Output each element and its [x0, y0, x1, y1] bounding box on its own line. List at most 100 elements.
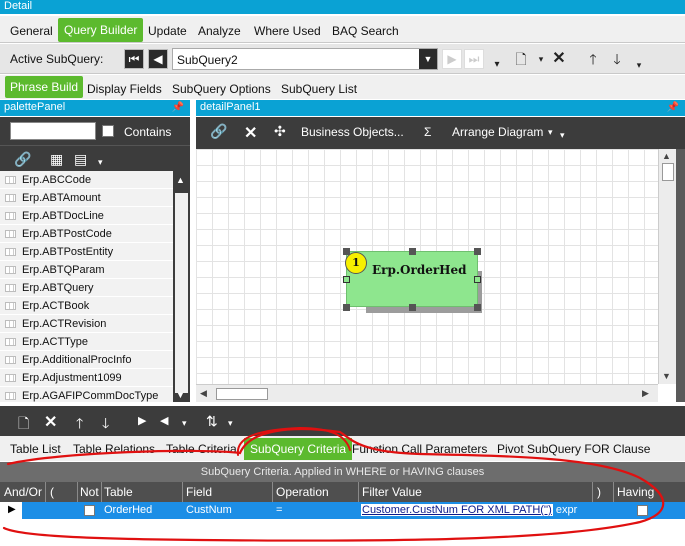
list-item[interactable]: Erp.ABTPostEntity: [0, 243, 173, 261]
pin-icon[interactable]: 📌: [667, 100, 679, 115]
scroll-up-icon[interactable]: ▲: [662, 151, 671, 161]
column-header-field[interactable]: Field: [186, 485, 212, 499]
move-up-icon[interactable]: 🡑: [76, 413, 83, 437]
resize-handle[interactable]: [474, 276, 481, 283]
tab-analyze[interactable]: Analyze: [194, 20, 245, 42]
list-item[interactable]: Erp.ACTType: [0, 333, 173, 351]
resize-handle[interactable]: [409, 248, 416, 255]
subquery-select[interactable]: SubQuery2 ▼: [172, 48, 438, 70]
previous-record-icon[interactable]: ◀: [148, 49, 168, 69]
tab-baq-search[interactable]: BAQ Search: [328, 20, 403, 42]
canvas-horizontal-scrollbar[interactable]: ◀ ▶: [196, 384, 658, 402]
tab-subquery-list[interactable]: SubQuery List: [281, 79, 357, 99]
new-document-icon[interactable]: 🗋: [18, 413, 29, 437]
new-dropdown-icon[interactable]: ▾: [532, 50, 550, 68]
resize-handle[interactable]: [343, 276, 350, 283]
row-selector[interactable]: ▶: [0, 502, 22, 519]
palette-scrollbar[interactable]: ▲ ▼: [173, 171, 190, 402]
sort-icon[interactable]: ⇅: [206, 413, 218, 430]
palette-search-input[interactable]: [10, 122, 96, 140]
move-right-icon[interactable]: ▶: [138, 414, 146, 427]
more-icon[interactable]: ▾: [560, 130, 565, 141]
more-icon-2[interactable]: ▾: [630, 56, 648, 74]
arrange-dropdown-icon[interactable]: ▾: [548, 127, 553, 138]
cell-filter-value[interactable]: Customer.CustNum FOR XML PATH('') expr: [361, 504, 577, 516]
more-icon[interactable]: ▾: [488, 56, 506, 74]
tab-table-criteria[interactable]: Table Criteria: [166, 442, 237, 456]
tab-query-builder[interactable]: Query Builder: [58, 18, 144, 42]
first-record-icon[interactable]: ⏮: [124, 49, 144, 69]
filter-value-link[interactable]: Customer.CustNum FOR XML PATH(''): [361, 504, 553, 516]
chevron-down-icon[interactable]: ▼: [419, 49, 437, 69]
list-item[interactable]: Erp.AGAFIPCommDocType: [0, 387, 173, 402]
list-item[interactable]: Erp.ABTAmount: [0, 189, 173, 207]
column-header-and-or[interactable]: And/Or: [4, 485, 42, 499]
tab-display-fields[interactable]: Display Fields: [87, 79, 162, 99]
tab-pivot-subquery-for-clause[interactable]: Pivot SubQuery FOR Clause: [497, 442, 650, 456]
move-down-icon[interactable]: 🡓: [608, 50, 626, 68]
list-item[interactable]: Erp.ABTPostCode: [0, 225, 173, 243]
cell-field[interactable]: CustNum: [186, 504, 232, 516]
column-header-not[interactable]: Not: [80, 485, 99, 499]
move-left-icon[interactable]: ◀: [160, 414, 168, 427]
pin-icon[interactable]: 📌: [172, 100, 184, 115]
column-header-operation[interactable]: Operation: [276, 485, 329, 499]
sigma-button[interactable]: Σ: [424, 125, 431, 139]
tab-subquery-criteria[interactable]: SubQuery Criteria: [244, 438, 353, 460]
resize-handle[interactable]: [343, 304, 350, 311]
scroll-right-icon[interactable]: ▶: [642, 388, 649, 399]
list-item[interactable]: Erp.ABTQuery: [0, 279, 173, 297]
business-objects-icon[interactable]: ✣: [274, 123, 286, 140]
column-header-close-paren[interactable]: ): [597, 485, 601, 499]
having-checkbox[interactable]: [637, 505, 648, 516]
business-objects-button[interactable]: Business Objects...: [301, 125, 404, 139]
resize-handle[interactable]: [343, 248, 350, 255]
scroll-up-icon[interactable]: ▲: [176, 175, 185, 185]
calculator-icon[interactable]: ▤: [74, 151, 87, 168]
tab-subquery-options[interactable]: SubQuery Options: [172, 79, 271, 99]
tab-table-relations[interactable]: Table Relations: [73, 442, 155, 456]
sort-dropdown-icon[interactable]: ▾: [228, 418, 233, 429]
list-item[interactable]: Erp.ABTDocLine: [0, 207, 173, 225]
resize-handle[interactable]: [474, 304, 481, 311]
canvas-vertical-scrollbar[interactable]: ▲ ▼: [658, 149, 676, 384]
list-item[interactable]: Erp.ABTQParam: [0, 261, 173, 279]
scroll-thumb[interactable]: [662, 163, 674, 181]
table-row[interactable]: ▶ OrderHed CustNum = Customer.CustNum FO…: [0, 502, 685, 519]
column-header-table[interactable]: Table: [104, 485, 133, 499]
tab-update[interactable]: Update: [144, 20, 191, 42]
list-item[interactable]: Erp.ACTBook: [0, 297, 173, 315]
list-item[interactable]: Erp.Adjustment1099: [0, 369, 173, 387]
move-down-icon[interactable]: 🡓: [102, 413, 109, 437]
move-up-icon[interactable]: 🡑: [584, 50, 602, 68]
cell-table[interactable]: OrderHed: [104, 504, 152, 516]
last-record-icon[interactable]: ⏭: [464, 49, 484, 69]
resize-handle[interactable]: [474, 248, 481, 255]
column-header-having[interactable]: Having: [617, 485, 654, 499]
column-header-open-paren[interactable]: (: [50, 485, 54, 499]
delete-icon[interactable]: ✕: [44, 412, 57, 432]
next-record-icon[interactable]: ▶: [442, 49, 462, 69]
tab-where-used[interactable]: Where Used: [250, 20, 325, 42]
delete-icon[interactable]: ✕: [244, 123, 257, 143]
tab-phrase-build[interactable]: Phrase Build: [5, 76, 84, 98]
not-checkbox[interactable]: [84, 505, 95, 516]
tab-table-list[interactable]: Table List: [10, 442, 61, 456]
resize-handle[interactable]: [409, 304, 416, 311]
tab-function-call-parameters[interactable]: Function Call Parameters: [352, 442, 487, 456]
column-header-filter-value[interactable]: Filter Value: [362, 485, 422, 499]
grid-icon[interactable]: ▦: [50, 151, 63, 168]
delete-icon[interactable]: ✕: [550, 50, 568, 68]
cell-operation[interactable]: =: [276, 504, 282, 516]
more-icon[interactable]: ▾: [182, 418, 187, 429]
scroll-down-icon[interactable]: ▼: [662, 371, 671, 381]
list-item[interactable]: Erp.ABCCode: [0, 171, 173, 189]
scroll-thumb[interactable]: [216, 388, 268, 400]
arrange-diagram-button[interactable]: Arrange Diagram: [452, 125, 543, 139]
scroll-left-icon[interactable]: ◀: [200, 388, 207, 399]
new-document-icon[interactable]: 🗋: [512, 50, 530, 68]
contains-checkbox[interactable]: [102, 125, 114, 137]
scroll-down-icon[interactable]: ▼: [176, 390, 185, 400]
list-item[interactable]: Erp.ACTRevision: [0, 315, 173, 333]
link-icon[interactable]: 🔗: [210, 123, 227, 140]
